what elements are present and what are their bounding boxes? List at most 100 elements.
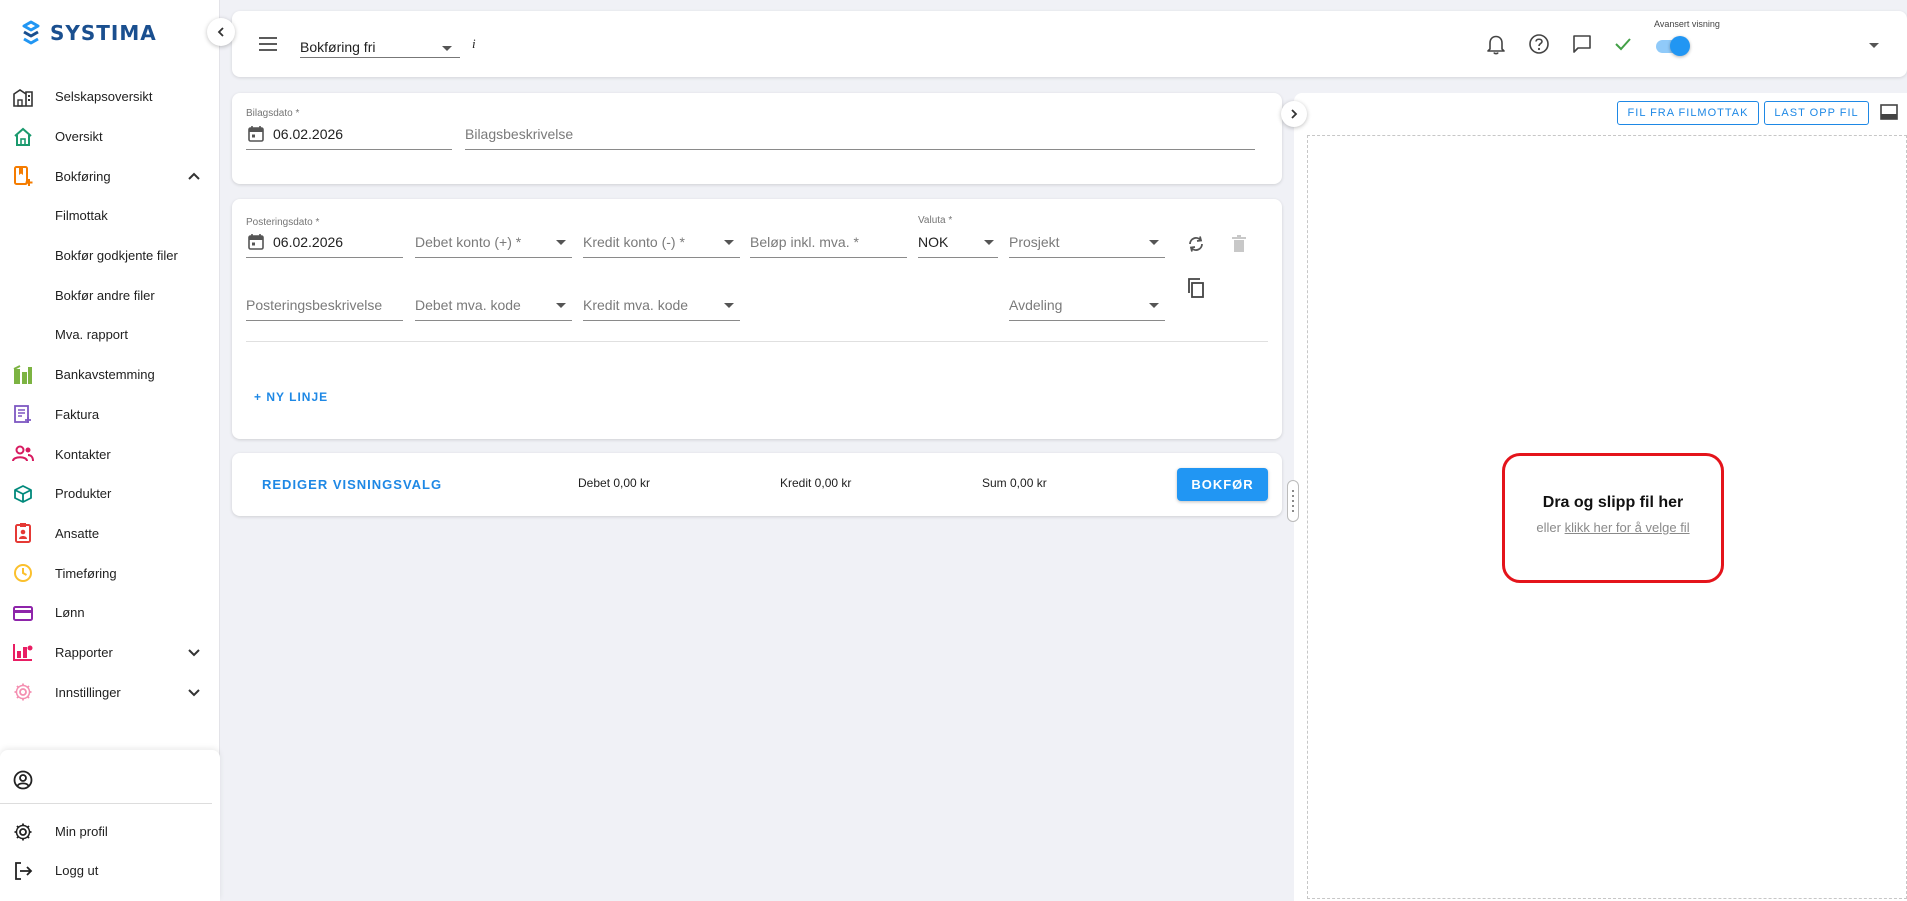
- chat-icon[interactable]: [1571, 33, 1593, 55]
- sum-total: Sum 0,00 kr: [982, 476, 1047, 490]
- sidebar-item-kontakter[interactable]: Kontakter: [0, 434, 220, 474]
- copy-icon[interactable]: [1187, 278, 1205, 298]
- posting-description-input[interactable]: Posteringsbeskrivelse: [246, 292, 403, 322]
- amount-input[interactable]: Beløp inkl. mva. *: [750, 229, 907, 259]
- calendar-icon[interactable]: [248, 125, 264, 142]
- sidebar-item-label: Selskapsoversikt: [55, 89, 153, 105]
- menu-icon[interactable]: [259, 37, 277, 51]
- edit-view-options-button[interactable]: REDIGER VISNINGSVALG: [262, 477, 442, 492]
- input-underline: [583, 320, 740, 321]
- dropdown-caret-icon: [1149, 240, 1159, 245]
- sidebar: SYSTIMA Selskapsoversikt Oversikt Bokfør…: [0, 0, 220, 901]
- choose-file-link[interactable]: klikk her for å velge fil: [1565, 520, 1690, 535]
- sidebar-item-bokfor-godkjente-filer[interactable]: Bokfør godkjente filer: [0, 236, 220, 276]
- posting-date-input[interactable]: 06.02.2026: [273, 234, 343, 250]
- calendar-icon[interactable]: [248, 233, 264, 250]
- input-underline: [415, 320, 572, 321]
- input-underline: [1009, 320, 1165, 321]
- voucher-date-input[interactable]: 06.02.2026: [273, 126, 343, 142]
- posting-date-label: Posteringsdato *: [246, 217, 320, 228]
- sidebar-nav: Selskapsoversikt Oversikt Bokføring Film…: [0, 77, 220, 712]
- credit-vat-select[interactable]: Kredit mva. kode: [583, 292, 740, 322]
- advanced-view-toggle[interactable]: Avansert visning: [1654, 19, 1774, 63]
- sidebar-item-faktura[interactable]: Faktura: [0, 395, 220, 435]
- notification-bell-icon[interactable]: [1486, 33, 1506, 55]
- dropdown-caret-icon: [724, 240, 734, 245]
- sidebar-item-min-profil[interactable]: Min profil: [0, 812, 212, 852]
- sidebar-item-bokforing[interactable]: Bokføring: [0, 156, 220, 196]
- sidebar-item-label: Mva. rapport: [55, 327, 128, 343]
- sidebar-item-label: Bankavstemming: [55, 367, 155, 383]
- sidebar-item-filmottak[interactable]: Filmottak: [0, 196, 220, 236]
- bookkeeping-icon: [12, 165, 34, 187]
- currency-select[interactable]: Valuta * NOK: [918, 215, 998, 259]
- chevron-right-icon: [1291, 109, 1298, 119]
- input-underline: [583, 257, 740, 258]
- chevron-left-icon: [217, 27, 224, 37]
- sidebar-item-label: Timeføring: [55, 565, 117, 581]
- sidebar-item-label: Ansatte: [55, 525, 100, 541]
- info-icon[interactable]: i: [472, 36, 476, 52]
- sidebar-item-oversikt[interactable]: Oversikt: [0, 117, 220, 157]
- sidebar-item-bokfor-andre-filer[interactable]: Bokfør andre filer: [0, 275, 220, 315]
- input-underline: [465, 149, 1255, 150]
- upload-file-button[interactable]: LAST OPP FIL: [1764, 101, 1869, 125]
- help-icon[interactable]: [1528, 33, 1550, 55]
- collapse-file-panel-button[interactable]: [1281, 101, 1307, 127]
- credit-account-select[interactable]: Kredit konto (-) *: [583, 229, 740, 259]
- sidebar-item-lonn[interactable]: Lønn: [0, 593, 220, 633]
- brand-logo[interactable]: SYSTIMA: [20, 20, 157, 46]
- delete-icon[interactable]: [1232, 235, 1246, 253]
- new-line-button[interactable]: + NY LINJE: [254, 390, 328, 404]
- toggle-thumb: [1670, 36, 1690, 56]
- journal-type-select[interactable]: Bokføring fri: [300, 36, 460, 58]
- invoice-icon: [12, 403, 34, 425]
- debit-account-select[interactable]: Debet konto (+) *: [415, 229, 572, 259]
- input-underline: [246, 257, 403, 258]
- summary-bar: REDIGER VISNINGSVALG Debet 0,00 kr Kredi…: [232, 453, 1282, 516]
- chevron-down-icon: [188, 689, 200, 697]
- sidebar-item-timeforing[interactable]: Timeføring: [0, 553, 220, 593]
- sidebar-item-selskapsoversikt[interactable]: Selskapsoversikt: [0, 77, 220, 117]
- sync-icon[interactable]: [1187, 235, 1205, 253]
- department-select[interactable]: Avdeling: [1009, 292, 1165, 322]
- sidebar-item-rapporter[interactable]: Rapporter: [0, 633, 220, 673]
- company-dropdown-caret-icon[interactable]: [1869, 43, 1879, 48]
- collapse-sidebar-button[interactable]: [207, 18, 235, 46]
- project-select[interactable]: Prosjekt: [1009, 229, 1165, 259]
- clock-icon: [12, 562, 34, 584]
- dropzone-title: Dra og slipp fil her: [1542, 494, 1684, 511]
- sidebar-item-mva-rapport[interactable]: Mva. rapport: [0, 315, 220, 355]
- sidebar-item-bankavstemming[interactable]: Bankavstemming: [0, 355, 220, 395]
- input-underline: [1009, 257, 1165, 258]
- bank-icon: [12, 364, 34, 386]
- row-divider: [246, 341, 1268, 342]
- voucher-card: Bilagsdato * 06.02.2026 Bilagsbeskrivels…: [232, 93, 1282, 184]
- sidebar-item-label: Min profil: [55, 824, 108, 840]
- sidebar-item-ansatte[interactable]: Ansatte: [0, 514, 220, 554]
- voucher-description-input[interactable]: Bilagsbeskrivelse: [465, 126, 573, 142]
- dropzone-prefix: eller: [1536, 520, 1561, 535]
- sidebar-item-label: Kontakter: [55, 446, 111, 462]
- sidebar-item-produkter[interactable]: Produkter: [0, 474, 220, 514]
- file-from-inbox-button[interactable]: FIL FRA FILMOTTAK: [1617, 101, 1759, 125]
- systima-logo-icon: [22, 20, 40, 45]
- debit-account-placeholder: Debet konto (+) *: [415, 234, 522, 250]
- panel-layout-icon[interactable]: [1880, 104, 1898, 120]
- product-box-icon: [12, 483, 34, 505]
- currency-label: Valuta *: [918, 215, 953, 226]
- sidebar-item-label: Lønn: [55, 605, 85, 621]
- panel-resize-handle[interactable]: [1287, 480, 1299, 522]
- voucher-date-label: Bilagsdato *: [246, 108, 300, 119]
- gear-icon: [12, 821, 34, 843]
- sidebar-item-innstillinger[interactable]: Innstillinger: [0, 672, 220, 712]
- project-placeholder: Prosjekt: [1009, 234, 1060, 250]
- highlight-box: [1502, 453, 1724, 583]
- post-button[interactable]: BOKFØR: [1177, 468, 1268, 501]
- sidebar-item-label: Produkter: [55, 486, 112, 502]
- sidebar-item-logg-ut[interactable]: Logg ut: [0, 851, 212, 891]
- amount-placeholder: Beløp inkl. mva. *: [750, 234, 859, 250]
- account-switch-button[interactable]: [0, 760, 212, 800]
- sidebar-divider: [0, 803, 212, 804]
- debit-vat-select[interactable]: Debet mva. kode: [415, 292, 572, 322]
